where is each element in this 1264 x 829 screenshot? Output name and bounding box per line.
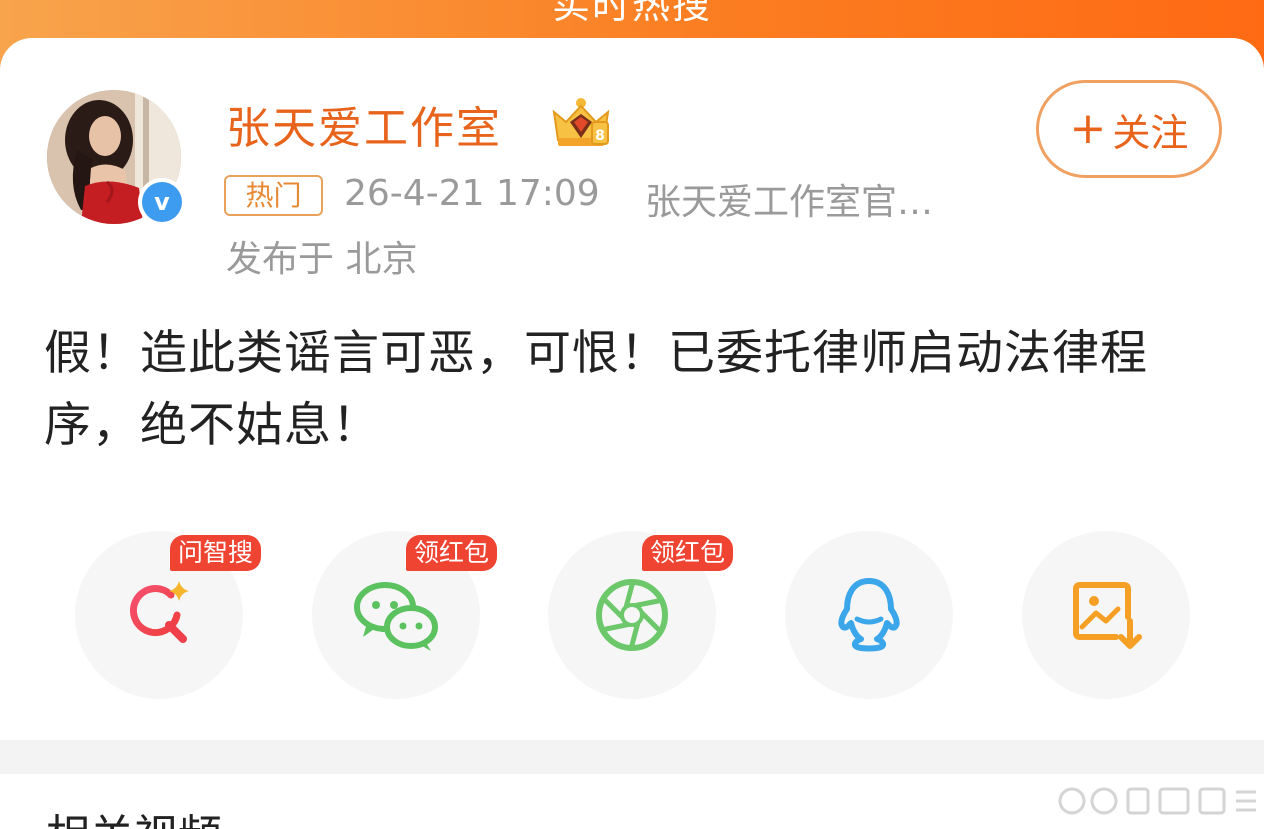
- wechat-icon: [354, 582, 438, 651]
- share-tag-ai-search: 问智搜: [170, 535, 262, 571]
- share-save-image-button[interactable]: [1022, 531, 1190, 699]
- user-name[interactable]: 张天爱工作室: [226, 92, 502, 156]
- qq-icon: [838, 578, 900, 652]
- weibo-watermark-icon: [1058, 787, 1256, 815]
- post-detail-screen: 实时热搜 v 张天爱工作室 8 + 关注 热门 26-4-21 17:09 张天…: [0, 0, 1264, 829]
- post-source[interactable]: 张天爱工作室官…: [645, 173, 965, 225]
- share-tag-moments: 领红包: [642, 535, 734, 571]
- follow-label: 关注: [1112, 110, 1189, 155]
- post-text: 假！造此类谣言可恶，可恨！已委托律师启动法律程序，绝不姑息！: [44, 326, 1148, 453]
- related-videos-title: 相关视频: [46, 800, 222, 829]
- svg-text:8: 8: [595, 128, 605, 144]
- plus-icon: +: [1069, 103, 1107, 154]
- section-divider: [0, 740, 1264, 774]
- share-tag-wechat: 领红包: [406, 535, 498, 571]
- ai-search-icon: [129, 581, 189, 643]
- post-location: 发布于 北京: [226, 239, 418, 280]
- vip-crown-icon[interactable]: 8: [548, 96, 614, 148]
- banner-title: 实时热搜: [551, 0, 712, 27]
- save-image-icon: [1073, 582, 1142, 649]
- moments-icon: [596, 579, 668, 651]
- post-time: 26-4-21 17:09: [344, 173, 600, 214]
- verified-v-icon: v: [138, 178, 186, 226]
- hot-tag: 热门: [224, 175, 323, 216]
- follow-button[interactable]: + 关注: [1036, 80, 1222, 178]
- share-qq-button[interactable]: [785, 531, 953, 699]
